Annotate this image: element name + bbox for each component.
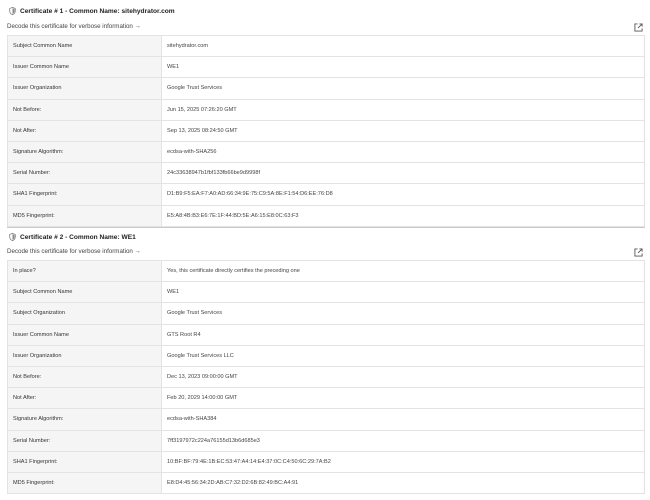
field-value: WE1 <box>161 281 645 304</box>
field-label: MD5 Fingerprint: <box>7 471 162 495</box>
table-row: MD5 Fingerprint: E5:A8:4B:B3:E6:7E:1F:44:… <box>7 204 645 227</box>
field-value: E5:A8:4B:B3:E6:7E:1F:44:BD:5E:A6:15:E8:0… <box>161 204 645 227</box>
field-label: Issuer Organization <box>7 344 162 367</box>
field-value: E8:D4:45:56:34:2D:AB:C7:32:D2:6B:82:49:B… <box>161 471 645 495</box>
field-label: Not After: <box>7 119 162 142</box>
field-value: ecdsa-with-SHA256 <box>161 140 645 164</box>
table-row: SHA1 Fingerprint: 10:BF:BF:79:4E:1B:EC:53… <box>7 450 645 473</box>
field-value: Dec 13, 2023 09:00:00 GMT <box>161 365 645 389</box>
field-value: Yes, this certificate directly certifies… <box>161 259 645 283</box>
field-value: 10:BF:BF:79:4E:1B:EC:53:47:A4:14:E4:37:0… <box>161 450 645 473</box>
table-row: MD5 Fingerprint: E8:D4:45:56:34:2D:AB:C7:… <box>7 471 645 495</box>
field-value: Sep 13, 2025 08:24:50 GMT <box>161 119 645 142</box>
field-label: Serial Number: <box>7 429 162 452</box>
table-row: Not After: Feb 20, 2029 14:00:00 GMT <box>7 387 645 410</box>
table-row: SHA1 Fingerprint: D1:B9:F5:EA:F7:A0:AD:66… <box>7 183 645 206</box>
cert-2-header: Certificate # 2 - Common Name: WE1 <box>9 232 136 242</box>
field-label: Issuer Common Name <box>7 323 162 346</box>
cert-2-table: In place? Yes, this certificate directly … <box>7 259 645 495</box>
table-row: Serial Number: 7ff3197972c224a76155d13b6d… <box>7 429 645 452</box>
cert-2-title: Certificate # 2 - Common Name: WE1 <box>20 233 136 241</box>
field-value: ecdsa-with-SHA384 <box>161 408 645 431</box>
table-row: Issuer Common Name GTS Root R4 <box>7 323 645 346</box>
table-row: Signature Algorithm: ecdsa-with-SHA256 <box>7 140 645 164</box>
table-row: Not Before: Jun 15, 2025 07:26:20 GMT <box>7 98 645 121</box>
field-value: D1:B9:F5:EA:F7:A0:AD:66:34:9E:75:C9:5A:8… <box>161 183 645 206</box>
field-label: Not After: <box>7 387 162 410</box>
field-value: 24c33638947b1fbf133fb66be9d9998f <box>161 162 645 185</box>
field-value: Jun 15, 2025 07:26:20 GMT <box>161 98 645 121</box>
table-row: Not Before: Dec 13, 2023 09:00:00 GMT <box>7 365 645 389</box>
external-link-icon[interactable] <box>634 23 643 32</box>
field-value: Google Trust Services LLC <box>161 344 645 367</box>
field-label: Signature Algorithm: <box>7 140 162 164</box>
table-row: Serial Number: 24c33638947b1fbf133fb66be9… <box>7 162 645 185</box>
field-value: GTS Root R4 <box>161 323 645 346</box>
field-label: MD5 Fingerprint: <box>7 204 162 227</box>
field-label: Subject Organization <box>7 302 162 325</box>
cert-1-header: Certificate # 1 - Common Name: sitehydra… <box>9 6 175 16</box>
field-label: In place? <box>7 259 162 283</box>
field-value: Feb 20, 2029 14:00:00 GMT <box>161 387 645 410</box>
cert-1-title: Certificate # 1 - Common Name: sitehydra… <box>20 7 175 15</box>
field-label: Issuer Common Name <box>7 56 162 79</box>
table-row: Signature Algorithm: ecdsa-with-SHA384 <box>7 408 645 431</box>
field-value: sitehydrator.com <box>161 34 645 58</box>
table-row: Not After: Sep 13, 2025 08:24:50 GMT <box>7 119 645 142</box>
field-label: Issuer Organization <box>7 77 162 100</box>
shield-icon <box>9 233 16 241</box>
table-row: Issuer Common Name WE1 <box>7 56 645 79</box>
field-label: Serial Number: <box>7 162 162 185</box>
table-row: Issuer Organization Google Trust Services… <box>7 344 645 367</box>
table-row: Subject Common Name sitehydrator.com <box>7 34 645 58</box>
external-link-icon[interactable] <box>634 248 643 257</box>
cert-2-decode-link[interactable]: Decode this certificate for verbose info… <box>7 247 141 257</box>
table-row: Subject Organization Google Trust Service… <box>7 302 645 325</box>
table-row: In place? Yes, this certificate directly … <box>7 259 645 283</box>
table-row: Issuer Organization Google Trust Services <box>7 77 645 100</box>
field-value: Google Trust Services <box>161 302 645 325</box>
field-value: WE1 <box>161 56 645 79</box>
cert-1-decode-link[interactable]: Decode this certificate for verbose info… <box>7 22 141 32</box>
field-label: Not Before: <box>7 365 162 389</box>
field-label: Subject Common Name <box>7 34 162 58</box>
field-label: SHA1 Fingerprint: <box>7 183 162 206</box>
cert-1-table-divider <box>7 227 645 228</box>
field-label: Signature Algorithm: <box>7 408 162 431</box>
field-value: Google Trust Services <box>161 77 645 100</box>
field-label: SHA1 Fingerprint: <box>7 450 162 473</box>
table-row: Subject Common Name WE1 <box>7 281 645 304</box>
field-label: Subject Common Name <box>7 281 162 304</box>
field-label: Not Before: <box>7 98 162 121</box>
cert-1-table: Subject Common Name sitehydrator.com Issue… <box>7 34 645 227</box>
shield-icon <box>9 7 16 15</box>
field-value: 7ff3197972c224a76155d13b6d685e3 <box>161 429 645 452</box>
